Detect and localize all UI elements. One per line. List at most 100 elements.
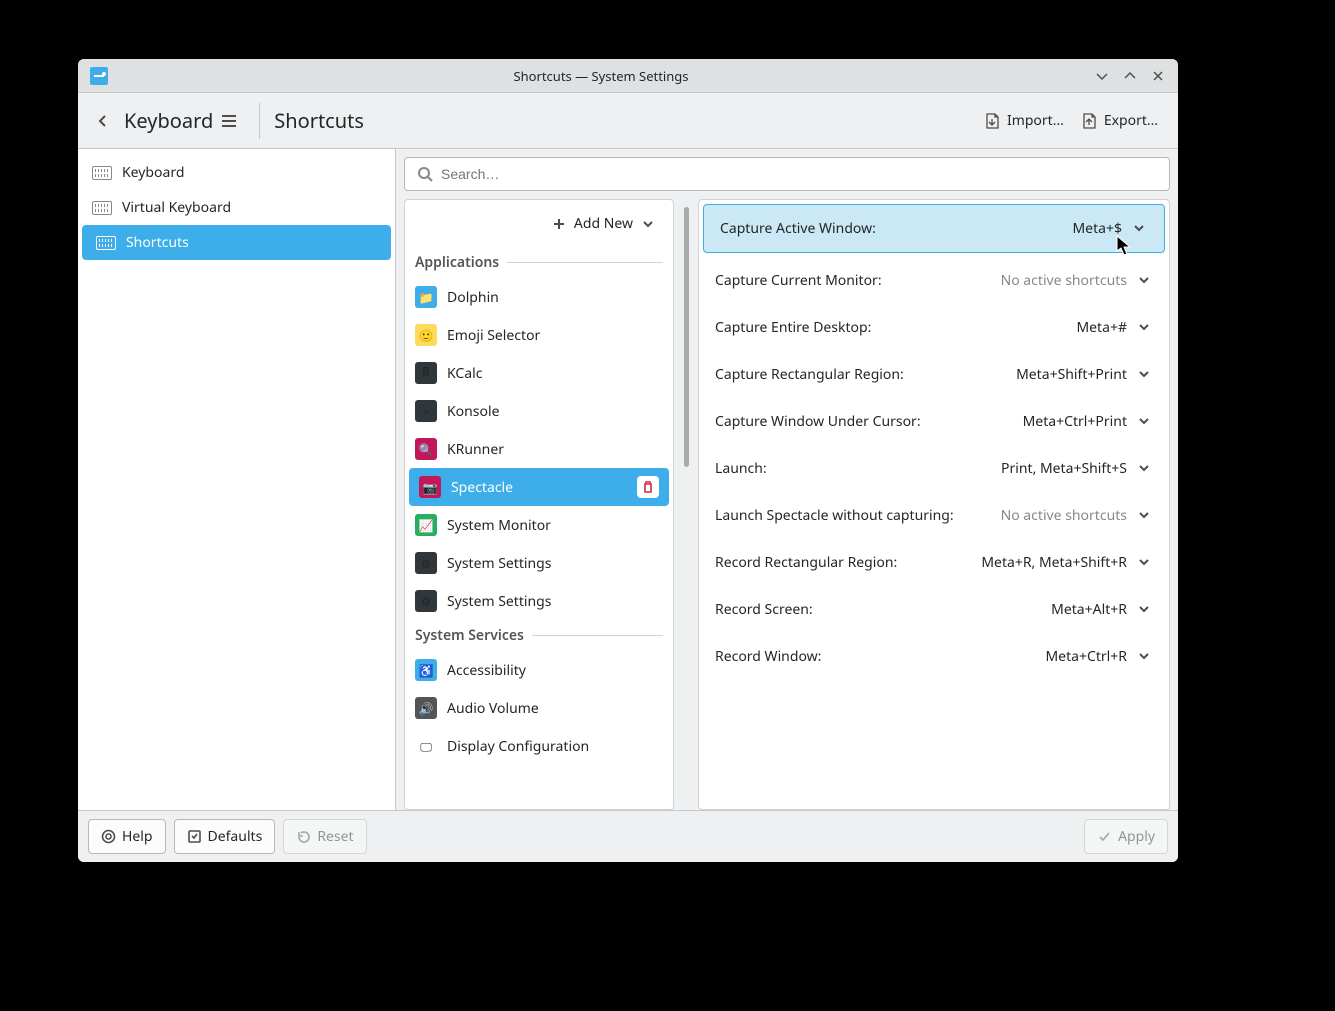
app-item-system-settings[interactable]: ⚙System Settings: [405, 582, 673, 620]
app-item-spectacle[interactable]: 📷Spectacle: [409, 468, 669, 506]
app-item-audio-volume[interactable]: 🔊Audio Volume: [405, 689, 673, 727]
shortcut-label: Capture Rectangular Region:: [715, 365, 1006, 384]
app-list-column: Add New Applications 📁Dolphin 🙂 Emoji Selec…: [404, 199, 674, 810]
app-item-emoji-selector[interactable]: 🙂 Emoji Selector: [405, 316, 673, 354]
export-button[interactable]: Export…: [1072, 105, 1166, 136]
shortcut-label: Capture Active Window:: [720, 219, 1062, 238]
defaults-button[interactable]: Defaults: [174, 819, 276, 854]
back-button[interactable]: [90, 108, 116, 134]
chevron-down-icon: [1137, 273, 1153, 289]
group-header: System Services: [405, 620, 673, 651]
apply-label: Apply: [1118, 827, 1155, 846]
app-label: Audio Volume: [447, 699, 539, 718]
shortcut-row[interactable]: Launch Spectacle without capturing: No ac…: [699, 492, 1169, 539]
chevron-down-icon: [1137, 320, 1153, 336]
shortcut-row[interactable]: Capture Entire Desktop: Meta+#: [699, 304, 1169, 351]
titlebar: Shortcuts — System Settings: [78, 59, 1178, 93]
sidebar-item-virtual-keyboard[interactable]: Virtual Keyboard: [78, 190, 395, 225]
group-header: Applications: [405, 247, 673, 278]
app-icon: ♿: [415, 659, 437, 681]
shortcut-label: Launch:: [715, 459, 991, 478]
reset-button: Reset: [283, 819, 366, 854]
shortcut-row[interactable]: Record Screen:Meta+Alt+R: [699, 586, 1169, 633]
help-label: Help: [122, 827, 153, 846]
shortcut-label: Launch Spectacle without capturing:: [715, 506, 991, 525]
keyboard-icon: [92, 201, 112, 215]
chevron-down-icon: [1137, 461, 1153, 477]
divider: [259, 103, 260, 139]
keyboard-icon: [96, 236, 116, 250]
shortcut-label: Record Screen:: [715, 600, 1041, 619]
window-title: Shortcuts — System Settings: [114, 67, 1088, 85]
app-item-krunner[interactable]: 🔍KRunner: [405, 430, 673, 468]
chevron-down-icon: [1137, 367, 1153, 383]
shortcut-keys: No active shortcuts: [1001, 271, 1127, 290]
app-label: Konsole: [447, 402, 499, 421]
import-button[interactable]: Import…: [975, 105, 1072, 136]
shortcut-row[interactable]: Capture Window Under Cursor: Meta+Ctrl+Pr…: [699, 398, 1169, 445]
header: Keyboard Shortcuts Import… Export…: [78, 93, 1178, 149]
sidebar-item-keyboard[interactable]: Keyboard: [78, 155, 395, 190]
shortcut-row[interactable]: Capture Rectangular Region:Meta+Shift+Pr…: [699, 351, 1169, 398]
shortcut-keys: Print, Meta+Shift+S: [1001, 459, 1127, 478]
shortcut-label: Capture Entire Desktop:: [715, 318, 1066, 337]
settings-window: Shortcuts — System Settings Keyboard Sho…: [78, 59, 1178, 862]
shortcut-keys: Meta+Ctrl+R: [1045, 647, 1127, 666]
close-button[interactable]: [1147, 65, 1169, 87]
app-icon: 🙂: [415, 324, 437, 346]
shortcut-row[interactable]: Record Rectangular Region:Meta+R, Meta+S…: [699, 539, 1169, 586]
body: Keyboard Virtual Keyboard Shortcuts Add Ne…: [78, 149, 1178, 810]
app-label: Emoji Selector: [447, 326, 540, 345]
app-item-system-settings[interactable]: ⚙ System Settings: [405, 544, 673, 582]
app-label: Dolphin: [447, 288, 499, 307]
search-input[interactable]: [441, 166, 1157, 182]
minimize-button[interactable]: [1091, 65, 1113, 87]
shortcut-keys: No active shortcuts: [1001, 506, 1127, 525]
chevron-down-icon: [1137, 602, 1153, 618]
app-item-display-configuration[interactable]: 🖵Display Configuration: [405, 727, 673, 765]
app-label: System Settings: [447, 554, 551, 573]
shortcut-row[interactable]: Launch: Print, Meta+Shift+S: [699, 445, 1169, 492]
app-label: System Monitor: [447, 516, 551, 535]
app-item-accessibility[interactable]: ♿Accessibility: [405, 651, 673, 689]
app-item-system-monitor[interactable]: 📈System Monitor: [405, 506, 673, 544]
shortcut-label: Record Window:: [715, 647, 1035, 666]
help-button[interactable]: Help: [88, 819, 166, 854]
hamburger-menu[interactable]: [213, 105, 245, 137]
app-icon: 🖩: [415, 362, 437, 384]
chevron-down-icon: [641, 217, 655, 231]
app-icon: ⚙: [415, 552, 437, 574]
app-icon: 🖵: [415, 735, 437, 757]
shortcut-label: Capture Window Under Cursor:: [715, 412, 1013, 431]
shortcut-detail-column: Capture Active Window:Meta+$Capture Curr…: [698, 199, 1170, 810]
shortcut-row[interactable]: Capture Active Window:Meta+$: [703, 204, 1165, 253]
app-item-dolphin[interactable]: 📁Dolphin: [405, 278, 673, 316]
app-icon: ⚙: [415, 590, 437, 612]
shortcut-row[interactable]: Capture Current Monitor:No active shortc…: [699, 257, 1169, 304]
shortcut-label: Record Rectangular Region:: [715, 553, 971, 572]
app-item-konsole[interactable]: >Konsole: [405, 392, 673, 430]
shortcut-keys: Meta+#: [1076, 318, 1127, 337]
search-box[interactable]: [404, 157, 1170, 191]
app-item-kcalc[interactable]: 🖩KCalc: [405, 354, 673, 392]
sidebar-item-shortcuts[interactable]: Shortcuts: [82, 225, 391, 260]
page-title: Shortcuts: [274, 107, 364, 134]
app-icon: 🔍: [415, 438, 437, 460]
delete-button[interactable]: [637, 476, 659, 498]
shortcut-row[interactable]: Record Window: Meta+Ctrl+R: [699, 633, 1169, 680]
section-title: Keyboard: [124, 107, 213, 134]
maximize-button[interactable]: [1119, 65, 1141, 87]
reset-label: Reset: [317, 827, 353, 846]
sidebar-item-label: Virtual Keyboard: [122, 198, 231, 217]
chevron-down-icon: [1137, 555, 1153, 571]
shortcut-keys: Meta+Ctrl+Print: [1023, 412, 1127, 431]
add-new-button[interactable]: Add New: [546, 210, 661, 237]
add-new-label: Add New: [574, 214, 633, 233]
group-title: Applications: [415, 253, 499, 272]
defaults-label: Defaults: [208, 827, 263, 846]
keyboard-icon: [92, 166, 112, 180]
chevron-down-icon: [1132, 221, 1148, 237]
splitter[interactable]: [682, 199, 690, 810]
apply-button: Apply: [1084, 819, 1168, 854]
sidebar-item-label: Keyboard: [122, 163, 184, 182]
